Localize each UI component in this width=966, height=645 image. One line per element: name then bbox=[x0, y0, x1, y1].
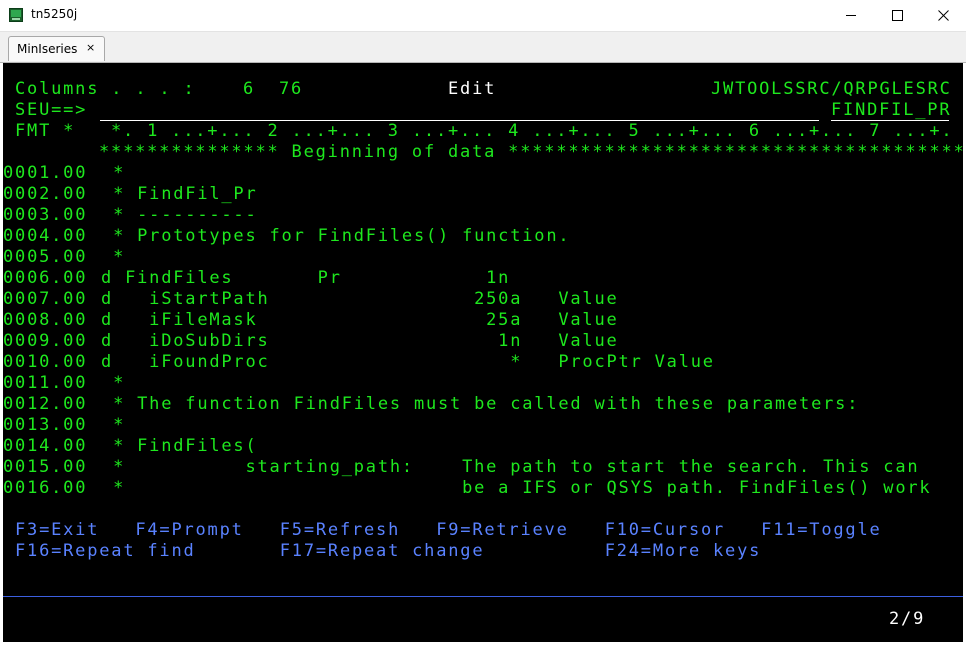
source-text: * be a IFS or QSYS path. FindFiles() wor… bbox=[89, 478, 932, 498]
source-line[interactable]: 0008.00 d iFileMask 25a Value bbox=[3, 310, 617, 331]
tab-close-icon[interactable]: × bbox=[86, 41, 95, 54]
source-line[interactable]: 0010.00 d iFoundProc * ProcPtr Value bbox=[3, 352, 713, 373]
function-keys-row-2: F16=Repeat find F17=Repeat change F24=Mo… bbox=[3, 541, 759, 562]
tn5250j-app-icon bbox=[9, 8, 23, 22]
source-text: d iFoundProc * ProcPtr Value bbox=[89, 352, 715, 372]
mode-title: Edit bbox=[448, 79, 497, 99]
source-line[interactable]: 0003.00 * ---------- bbox=[3, 205, 256, 226]
sequence-number: 0014.00 bbox=[3, 436, 88, 456]
sequence-number: 0003.00 bbox=[3, 205, 88, 225]
sequence-number: 0015.00 bbox=[3, 457, 88, 477]
header-row-fmt: FMT * *. 1 ...+... 2 ...+... 3 ...+... 4… bbox=[3, 121, 952, 142]
source-line[interactable]: 0001.00 * bbox=[3, 163, 123, 184]
function-keys-text-1[interactable]: F3=Exit F4=Prompt F5=Refresh F9=Retrieve… bbox=[15, 520, 882, 541]
source-line[interactable]: 0007.00 d iStartPath 250a Value bbox=[3, 289, 617, 310]
sequence-number: 0010.00 bbox=[3, 352, 88, 372]
terminal-screen[interactable]: Columns . . . : 6 76 Edit JWTOOLSSRC/QRP… bbox=[3, 63, 963, 642]
source-text: d iFileMask 25a Value bbox=[89, 310, 619, 330]
sequence-number: 0004.00 bbox=[3, 226, 88, 246]
fmt-label: FMT * bbox=[15, 121, 76, 141]
source-text: d FindFiles Pr 1n bbox=[89, 268, 511, 288]
page-indicator: 2/9 bbox=[889, 609, 926, 629]
beginning-of-data-text: *************** Beginning of data ******… bbox=[99, 142, 963, 162]
source-line[interactable]: 0006.00 d FindFiles Pr 1n bbox=[3, 268, 508, 289]
source-line[interactable]: 0005.00 * bbox=[3, 247, 123, 268]
source-text: * bbox=[89, 247, 126, 267]
maximize-button[interactable] bbox=[874, 0, 920, 31]
source-line[interactable]: 0004.00 * Prototypes for FindFiles() fun… bbox=[3, 226, 569, 247]
sequence-number: 0002.00 bbox=[3, 184, 88, 204]
source-text: * The function FindFiles must be called … bbox=[89, 394, 860, 414]
tab-session-label: MinIseries bbox=[17, 42, 78, 56]
sequence-number: 0006.00 bbox=[3, 268, 88, 288]
function-keys-row-1: F3=Exit F4=Prompt F5=Refresh F9=Retrieve… bbox=[3, 520, 880, 541]
session-tabstrip: MinIseries × bbox=[0, 32, 966, 63]
source-text: * Prototypes for FindFiles() function. bbox=[89, 226, 571, 246]
status-row: 2/9 bbox=[3, 609, 923, 630]
source-line[interactable]: 0016.00 * be a IFS or QSYS path. FindFil… bbox=[3, 478, 930, 499]
source-text: * FindFil_Pr bbox=[89, 184, 258, 204]
columns-label: Columns . . . : bbox=[15, 79, 196, 99]
function-keys-text-2[interactable]: F16=Repeat find F17=Repeat change F24=Mo… bbox=[15, 541, 761, 562]
columns-end: 76 bbox=[279, 79, 304, 99]
maximize-icon bbox=[891, 10, 903, 21]
source-text: * starting_path: The path to start the s… bbox=[89, 457, 920, 477]
source-text: d iDoSubDirs 1n Value bbox=[89, 331, 619, 351]
sequence-number: 0008.00 bbox=[3, 310, 88, 330]
window-titlebar: tn5250j bbox=[0, 0, 966, 32]
source-text: * FindFiles( bbox=[89, 436, 258, 456]
sequence-number: 0007.00 bbox=[3, 289, 88, 309]
source-line[interactable]: 0013.00 * bbox=[3, 415, 123, 436]
source-text: * bbox=[89, 415, 126, 435]
sequence-number: 0005.00 bbox=[3, 247, 88, 267]
source-line[interactable]: 0009.00 d iDoSubDirs 1n Value bbox=[3, 331, 617, 352]
minimize-button[interactable] bbox=[828, 0, 874, 31]
seu-prompt: SEU==> bbox=[15, 100, 88, 120]
source-text: * bbox=[89, 373, 126, 393]
source-line[interactable]: 0002.00 * FindFil_Pr bbox=[3, 184, 256, 205]
source-text: * bbox=[89, 163, 126, 183]
sequence-number: 0013.00 bbox=[3, 415, 88, 435]
status-separator bbox=[3, 596, 963, 597]
beginning-of-data: *************** Beginning of data ******… bbox=[3, 142, 963, 163]
close-window-button[interactable] bbox=[920, 0, 966, 31]
source-text: * ---------- bbox=[89, 205, 258, 225]
sequence-number: 0009.00 bbox=[3, 331, 88, 351]
source-path: JWTOOLSSRC/QRPGLESRC bbox=[711, 79, 952, 99]
tab-session[interactable]: MinIseries × bbox=[8, 36, 105, 61]
sequence-number: 0001.00 bbox=[3, 163, 88, 183]
sequence-number: 0016.00 bbox=[3, 478, 88, 498]
source-line[interactable]: 0014.00 * FindFiles( bbox=[3, 436, 256, 457]
source-line[interactable]: 0011.00 * bbox=[3, 373, 123, 394]
source-text: d iStartPath 250a Value bbox=[89, 289, 619, 309]
ruler: *. 1 ...+... 2 ...+... 3 ...+... 4 ...+.… bbox=[111, 121, 954, 141]
minimize-icon bbox=[846, 15, 856, 16]
close-icon bbox=[937, 10, 949, 21]
header-row-seu: SEU==> FINDFIL_PR bbox=[3, 100, 950, 121]
source-line[interactable]: 0012.00 * The function FindFiles must be… bbox=[3, 394, 857, 415]
sequence-number: 0011.00 bbox=[3, 373, 88, 393]
source-line[interactable]: 0015.00 * starting_path: The path to sta… bbox=[3, 457, 918, 478]
header-row-columns: Columns . . . : 6 76 Edit JWTOOLSSRC/QRP… bbox=[3, 79, 950, 100]
window-title: tn5250j bbox=[31, 7, 78, 21]
member-name: FINDFIL_PR bbox=[831, 100, 952, 120]
columns-start: 6 bbox=[243, 79, 256, 99]
sequence-number: 0012.00 bbox=[3, 394, 88, 414]
